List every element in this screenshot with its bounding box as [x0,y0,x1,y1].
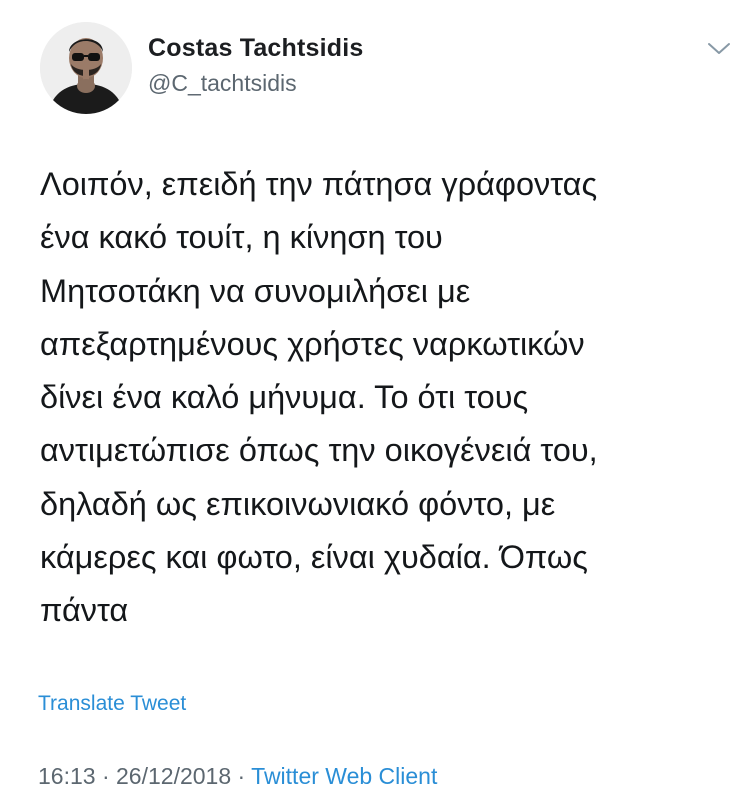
tweet-text-line: δηλαδή ως επικοινωνιακό φόντο, με [40,485,556,522]
tweet-client-link[interactable]: Twitter Web Client [251,763,437,789]
tweet-text-line: πάντα [40,592,129,629]
tweet-metadata: 16:13 · 26/12/2018 · Twitter Web Client [38,763,437,790]
display-name[interactable]: Costas Tachtsidis [148,34,364,63]
separator: · [231,763,252,789]
tweet-text-line: ένα κακό τουίτ, η κίνηση του [40,219,443,256]
tweet: Costas Tachtsidis @C_tachtsidis Λοιπόν, … [0,0,738,800]
tweet-text-line: κάμερες και φωτο, είναι χυδαία. Όπως [40,539,588,576]
separator: · [95,763,117,789]
tweet-text-line: Μητσοτάκη να συνομιλήσει με [40,272,471,309]
tweet-text-line: απεξαρτημένους χρήστες ναρκωτικών [40,325,585,362]
tweet-date[interactable]: 26/12/2018 [116,763,231,789]
user-handle[interactable]: @C_tachtsidis [148,70,297,97]
tweet-time[interactable]: 16:13 [38,763,96,789]
chevron-down-icon[interactable] [706,40,732,58]
tweet-text: Λοιπόν, επειδή την πάτησα γράφοντας ένα … [40,158,730,638]
tweet-text-line: αντιμετώπισε όπως την οικογένειά του, [40,432,598,469]
translate-tweet-link[interactable]: Translate Tweet [38,692,186,716]
tweet-text-line: Λοιπόν, επειδή την πάτησα γράφοντας [40,166,598,202]
tweet-text-line: δίνει ένα καλό μήνυμα. Το ότι τους [40,379,529,416]
avatar[interactable] [40,22,132,114]
